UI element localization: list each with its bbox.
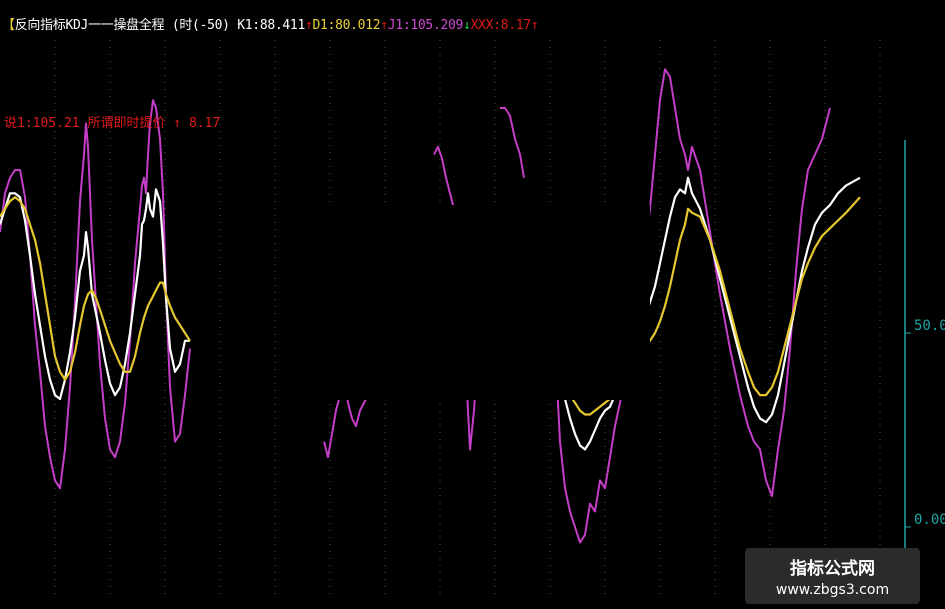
indicator-params: (时(-50) [171,18,230,33]
j-arrow-icon: ↓ [463,18,471,33]
series-j-line [500,107,525,178]
sub-mid-text: 所谓即时提价 [87,116,166,131]
kdj-plot [0,40,911,600]
occlusion-block [278,205,650,400]
y-tick-0: 0.00 [914,512,945,528]
d-arrow-icon: ↑ [380,18,388,33]
watermark: 指标公式网 www.zbgs3.com [745,548,920,604]
indicator-title: 反向指标KDJ一一操盘全程 [14,18,165,33]
header-bracket: 【 [2,18,15,33]
sub-arrow-icon: ↑ [173,116,182,131]
extra-value: XXX:8.17 [470,18,532,33]
watermark-url: www.zbgs3.com [775,582,890,598]
k-value: K1:88.411 [237,18,305,33]
y-tick-50: 50.00 [914,318,945,334]
chart-stage: 【反向指标KDJ一一操盘全程 (时(-50) K1:88.411↑D1:80.0… [0,0,945,609]
series-j-line [433,145,455,210]
extra-arrow-icon: ↑ [530,18,539,33]
sub-left-text: 说1:105.21 [4,116,80,131]
j-value: J1:105.209 [387,18,464,33]
d-value: D1:80.012 [312,18,381,33]
k-arrow-icon: ↑ [304,18,313,33]
watermark-title: 指标公式网 [790,559,875,579]
sub-header: 说1:105.21 所谓即时提价 ↑ 8.17 [4,112,220,131]
chart-header: 【反向指标KDJ一一操盘全程 (时(-50) K1:88.411↑D1:80.0… [2,14,539,33]
sub-value: 8.17 [188,116,221,131]
